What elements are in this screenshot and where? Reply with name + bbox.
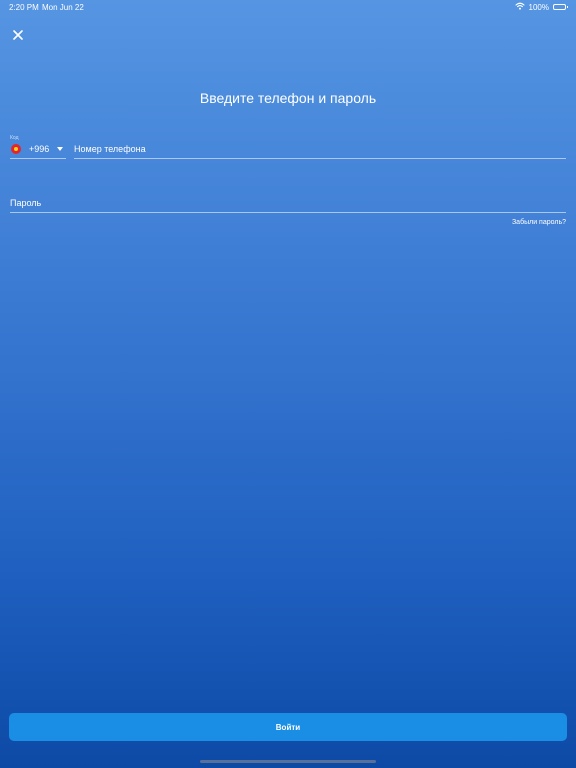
password-field-container [10,194,566,213]
status-indicators: 100% [514,2,568,12]
close-icon [13,27,23,45]
page-title: Введите телефон и пароль [199,90,377,106]
wifi-icon [514,2,525,12]
forgot-password-link[interactable]: Забыли пароль? [512,219,566,226]
phone-input[interactable] [74,144,566,154]
phone-field-container [74,140,566,159]
battery-percent: 100% [528,2,549,12]
kyrgyzstan-flag-icon [11,144,21,154]
login-button[interactable]: Войти [9,713,567,741]
country-code-selector[interactable]: +996 [10,140,66,159]
status-date: Mon Jun 22 [42,3,84,12]
status-bar: 2:20 PM Mon Jun 22 100% [0,0,576,16]
password-input[interactable] [10,198,566,208]
country-code-value: +996 [29,144,50,154]
status-time: 2:20 PM [9,3,39,12]
chevron-down-icon [57,147,64,151]
home-indicator [200,760,376,763]
battery-icon [553,4,568,10]
close-button[interactable] [8,26,28,46]
